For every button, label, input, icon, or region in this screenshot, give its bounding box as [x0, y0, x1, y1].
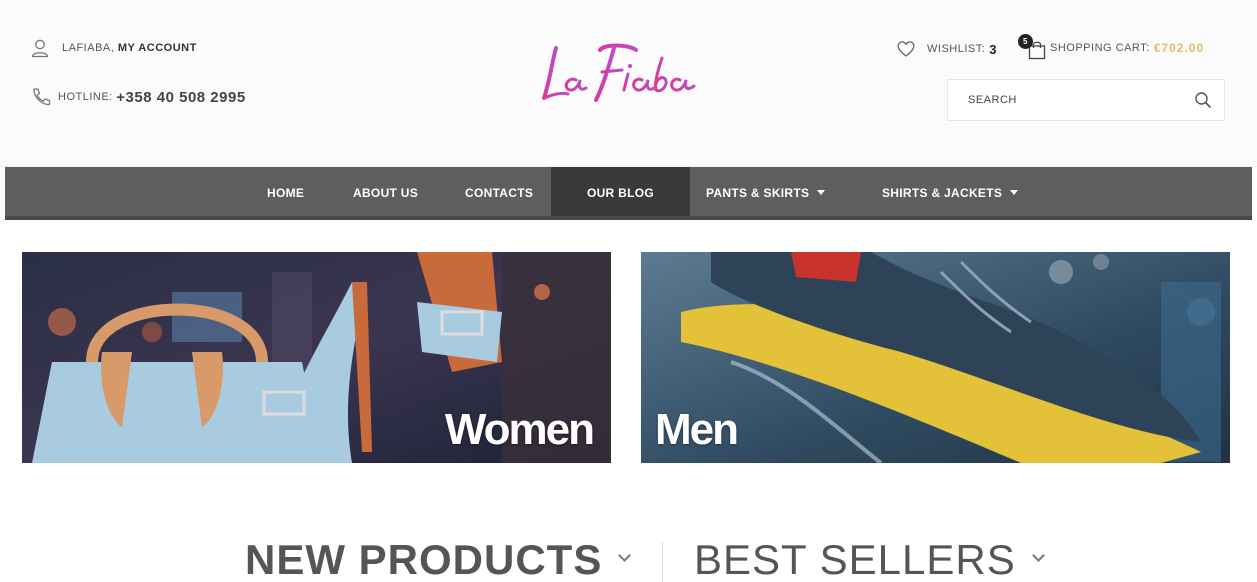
chevron-down-icon: [817, 190, 826, 196]
hotline-label: HOTLINE:: [58, 91, 113, 103]
hotline-number[interactable]: +358 40 508 2995: [116, 89, 245, 106]
tab-best-sellers[interactable]: BEST SELLERS: [694, 536, 1045, 582]
tab-label: BEST SELLERS: [694, 536, 1016, 582]
banner-women[interactable]: Women: [22, 252, 611, 463]
site-logo[interactable]: [538, 40, 698, 110]
banner-men[interactable]: Men: [641, 252, 1230, 463]
user-icon: [31, 39, 49, 58]
chevron-down-icon: [1031, 549, 1045, 562]
account-name: LAFIABA,: [62, 42, 115, 54]
banner-women-label: Women: [444, 405, 595, 454]
tab-divider: [662, 542, 663, 582]
account-link[interactable]: LAFIABA, MY ACCOUNT: [30, 38, 197, 58]
search-box: [947, 79, 1225, 121]
hotline: HOTLINE: +358 40 508 2995: [30, 86, 246, 108]
nav-item-home[interactable]: HOME: [267, 167, 304, 216]
nav-item-contacts[interactable]: CONTACTS: [465, 167, 533, 216]
heart-icon: [897, 41, 915, 57]
nav-item-shirts-jackets[interactable]: SHIRTS & JACKETS: [882, 167, 1019, 216]
nav-item-pants-skirts[interactable]: PANTS & SKIRTS: [706, 167, 826, 216]
cart-icon-wrap: 5: [1018, 34, 1050, 62]
nav-item-label: SHIRTS & JACKETS: [882, 186, 1003, 200]
nav-item-our-blog[interactable]: OUR BLOG: [551, 167, 690, 216]
search-icon[interactable]: [1194, 91, 1212, 109]
shopping-cart-link[interactable]: 5 SHOPPING CART: €702.00: [1018, 34, 1204, 62]
wishlist-label: WISHLIST:: [927, 43, 986, 55]
cart-label: SHOPPING CART:: [1050, 42, 1150, 54]
tab-new-products[interactable]: NEW PRODUCTS: [245, 536, 632, 582]
main-nav: HOME ABOUT US CONTACTS OUR BLOG PANTS & …: [5, 167, 1252, 220]
product-tabs: NEW PRODUCTS BEST SELLERS: [0, 530, 1257, 582]
chevron-down-icon: [618, 549, 632, 562]
search-input[interactable]: [949, 81, 1179, 119]
chevron-down-icon: [1010, 190, 1019, 196]
site-header: LAFIABA, MY ACCOUNT HOTLINE: +358 40 508…: [0, 0, 1257, 167]
wishlist-count: 3: [989, 41, 998, 57]
banner-men-label: Men: [655, 405, 739, 454]
cart-count-badge: 5: [1018, 34, 1033, 49]
nav-item-label: PANTS & SKIRTS: [706, 186, 810, 200]
my-account-link[interactable]: MY ACCOUNT: [118, 42, 197, 54]
nav-item-about-us[interactable]: ABOUT US: [353, 167, 418, 216]
phone-icon: [33, 88, 51, 106]
cart-total: €702.00: [1153, 41, 1205, 55]
tab-label: NEW PRODUCTS: [245, 536, 603, 582]
wishlist-link[interactable]: WISHLIST: 3: [895, 38, 997, 60]
